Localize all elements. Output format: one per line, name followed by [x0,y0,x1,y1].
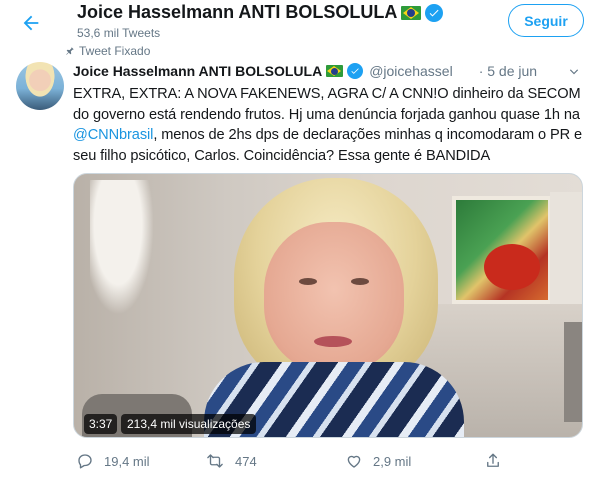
back-button[interactable] [14,6,48,40]
tweet-text-part: EXTRA, EXTRA: A NOVA FAKENEWS, AGRA C/ A… [73,86,581,123]
like-button[interactable]: 2,9 mil [345,452,411,470]
header-name: Joice Hasselmann ANTI BOLSOLULA [77,2,398,22]
like-count: 2,9 mil [373,453,412,469]
video-player[interactable] [73,173,583,438]
follow-button[interactable]: Seguir [508,4,584,37]
video-frame [550,192,582,322]
video-person-mouth [314,336,352,347]
mention-link[interactable]: @CNNbrasil [73,127,153,143]
reply-button[interactable]: 19,4 mil [76,452,150,470]
header-title: Joice Hasselmann ANTI BOLSOLULA [77,2,444,23]
brazil-flag-icon [326,65,344,77]
tweet-date[interactable]: · 5 de jun [479,63,537,79]
chevron-down-icon [569,69,579,75]
pinned-text: Tweet Fixado [79,44,151,58]
reply-count: 19,4 mil [104,453,150,469]
video-person-eye [351,278,369,285]
tweet-count: 53,6 mil Tweets [77,26,161,40]
pinned-label: Tweet Fixado [65,44,150,58]
tweet-handle[interactable]: @joicehassel [369,63,452,79]
tweet-menu-button[interactable] [566,64,582,80]
brazil-flag-icon [401,5,422,20]
reply-icon [78,454,92,469]
tweet-actions: 19,4 mil 474 2,9 mil [0,452,612,476]
profile-header: Joice Hasselmann ANTI BOLSOLULA 53,6 mil… [0,0,612,44]
video-duration: 3:37 [84,414,118,434]
video-painting [452,196,552,304]
retweet-count: 474 [235,453,257,469]
pin-icon [66,47,74,55]
verified-badge-icon [347,63,364,79]
video-person-eye [299,278,317,285]
video-views: 213,4 mil visualizações [121,414,257,434]
retweet-icon [207,454,223,468]
tweet-author-name[interactable]: Joice Hasselmann ANTI BOLSOLULA [73,63,322,79]
video-person-face [264,222,404,372]
avatar[interactable] [16,62,64,110]
retweet-button[interactable]: 474 [205,452,257,470]
tweet-header: Joice Hasselmann ANTI BOLSOLULA @joiceha… [73,63,537,79]
share-icon [487,453,499,467]
video-lamp [90,180,160,330]
heart-icon [347,455,361,468]
tweet-text: EXTRA, EXTRA: A NOVA FAKENEWS, AGRA C/ A… [73,84,595,166]
back-arrow-icon [23,15,39,31]
verified-badge-icon [425,3,444,22]
share-button[interactable] [484,452,502,470]
